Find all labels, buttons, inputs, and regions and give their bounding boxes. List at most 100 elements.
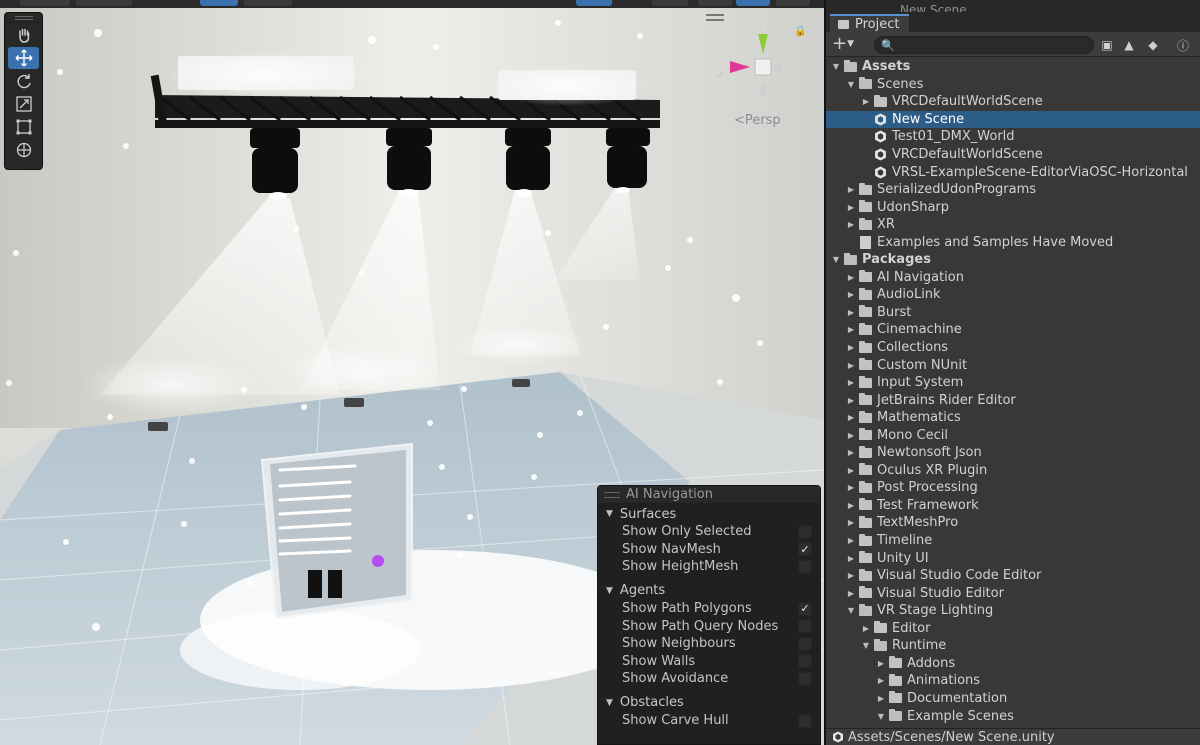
show-walls-checkbox[interactable] bbox=[798, 654, 812, 669]
search-field[interactable]: 🔍 bbox=[874, 36, 1094, 54]
option-show-walls[interactable]: Show Walls bbox=[598, 653, 820, 671]
create-button[interactable]: +▼ bbox=[832, 35, 854, 53]
tree-item[interactable]: ▶ Documentation bbox=[826, 690, 1200, 708]
expand-right-icon[interactable]: ▶ bbox=[845, 290, 857, 299]
tree-item[interactable]: ▶ XR bbox=[826, 216, 1200, 234]
tree-item[interactable]: ▶ Timeline bbox=[826, 532, 1200, 550]
tree-item[interactable]: ▼ Runtime bbox=[826, 637, 1200, 655]
expand-right-icon[interactable]: ▶ bbox=[845, 220, 857, 229]
expand-right-icon[interactable]: ▶ bbox=[845, 396, 857, 405]
show-carve-hull-checkbox[interactable] bbox=[798, 713, 812, 728]
expand-down-icon[interactable]: ▼ bbox=[860, 641, 872, 650]
expand-right-icon[interactable]: ▶ bbox=[845, 448, 857, 457]
expand-right-icon[interactable]: ▶ bbox=[875, 694, 887, 703]
option-show-neighbours[interactable]: Show Neighbours bbox=[598, 635, 820, 653]
tree-item[interactable]: ▶ AudioLink bbox=[826, 286, 1200, 304]
option-show-path-query-nodes[interactable]: Show Path Query Nodes bbox=[598, 617, 820, 635]
tree-item[interactable]: ▶ Editor bbox=[826, 620, 1200, 638]
show-avoidance-checkbox[interactable] bbox=[798, 671, 812, 686]
tree-item[interactable]: ▶ UdonSharp bbox=[826, 198, 1200, 216]
tab-project[interactable]: Project bbox=[830, 14, 910, 32]
ai-navigation-title-bar[interactable]: AI Navigation bbox=[598, 486, 820, 503]
tree-item[interactable]: ▶ Post Processing bbox=[826, 479, 1200, 497]
tree-item[interactable]: ▼ VR Stage Lighting bbox=[826, 602, 1200, 620]
expand-down-icon[interactable]: ▼ bbox=[830, 62, 842, 71]
hand-tool-button[interactable] bbox=[8, 24, 39, 46]
tree-item[interactable]: ▶ Input System bbox=[826, 374, 1200, 392]
tree-item[interactable]: ▶ Test Framework bbox=[826, 497, 1200, 515]
expand-right-icon[interactable]: ▶ bbox=[845, 431, 857, 440]
expand-right-icon[interactable]: ▶ bbox=[845, 518, 857, 527]
expand-right-icon[interactable]: ▶ bbox=[845, 571, 857, 580]
tree-item[interactable]: ▶ Cinemachine bbox=[826, 321, 1200, 339]
expand-right-icon[interactable]: ▶ bbox=[845, 361, 857, 370]
option-show-heightmesh[interactable]: Show HeightMesh bbox=[598, 558, 820, 576]
option-show-path-polygons[interactable]: Show Path Polygons ✓ bbox=[598, 600, 820, 618]
expand-right-icon[interactable]: ▶ bbox=[845, 273, 857, 282]
expand-right-icon[interactable]: ▶ bbox=[845, 185, 857, 194]
expand-right-icon[interactable]: ▶ bbox=[845, 483, 857, 492]
tree-item[interactable]: ▶ Mono Cecil bbox=[826, 426, 1200, 444]
tree-item[interactable]: Test01_DMX_World bbox=[826, 128, 1200, 146]
tree-item[interactable]: VRCDefaultWorldScene bbox=[826, 146, 1200, 164]
expand-right-icon[interactable]: ▶ bbox=[845, 308, 857, 317]
tree-item[interactable]: ▶ TextMeshPro bbox=[826, 514, 1200, 532]
option-show-avoidance[interactable]: Show Avoidance bbox=[598, 670, 820, 688]
tree-item[interactable]: ▼ Example Scenes bbox=[826, 707, 1200, 725]
expand-right-icon[interactable]: ▶ bbox=[845, 413, 857, 422]
expand-right-icon[interactable]: ▶ bbox=[860, 624, 872, 633]
expand-right-icon[interactable]: ▶ bbox=[845, 554, 857, 563]
tree-item[interactable]: ▶ Visual Studio Code Editor bbox=[826, 567, 1200, 585]
tree-item[interactable]: ▶ SerializedUdonPrograms bbox=[826, 181, 1200, 199]
expand-right-icon[interactable]: ▶ bbox=[845, 589, 857, 598]
show-path-query-nodes-checkbox[interactable] bbox=[798, 619, 812, 634]
tree-item[interactable]: Examples and Samples Have Moved bbox=[826, 233, 1200, 251]
expand-down-icon[interactable]: ▼ bbox=[875, 712, 887, 721]
tree-item[interactable]: ▼ Assets bbox=[826, 58, 1200, 76]
expand-down-icon[interactable]: ▼ bbox=[845, 606, 857, 615]
show-heightmesh-checkbox[interactable] bbox=[798, 559, 812, 574]
search-by-type-button[interactable]: ▣ bbox=[1096, 36, 1118, 54]
expand-right-icon[interactable]: ▶ bbox=[875, 676, 887, 685]
tree-item[interactable]: ▼ Packages bbox=[826, 251, 1200, 269]
tree-item[interactable]: ▶ Animations bbox=[826, 672, 1200, 690]
rotate-tool-button[interactable] bbox=[8, 70, 39, 92]
tree-item[interactable]: New Scene bbox=[826, 110, 1200, 129]
expand-right-icon[interactable]: ▶ bbox=[845, 466, 857, 475]
tree-item[interactable]: ▶ Unity UI bbox=[826, 549, 1200, 567]
expand-right-icon[interactable]: ▶ bbox=[845, 536, 857, 545]
tree-item[interactable]: ▶ Custom NUnit bbox=[826, 356, 1200, 374]
tree-item[interactable]: ▶ Collections bbox=[826, 339, 1200, 357]
tree-item[interactable]: ▶ AI Navigation bbox=[826, 269, 1200, 287]
option-show-carve-hull[interactable]: Show Carve Hull bbox=[598, 712, 820, 730]
show-neighbours-checkbox[interactable] bbox=[798, 636, 812, 651]
tree-item[interactable]: ▶ Burst bbox=[826, 304, 1200, 322]
tree-item[interactable]: ▶ Visual Studio Editor bbox=[826, 584, 1200, 602]
tree-item[interactable]: ▶ JetBrains Rider Editor bbox=[826, 391, 1200, 409]
scale-tool-button[interactable] bbox=[8, 93, 39, 115]
show-navmesh-checkbox[interactable]: ✓ bbox=[798, 542, 812, 557]
filter-type-button[interactable]: ▲ bbox=[1118, 36, 1140, 54]
import-package-button[interactable]: ⓘ bbox=[1172, 36, 1194, 54]
expand-right-icon[interactable]: ▶ bbox=[845, 501, 857, 510]
expand-right-icon[interactable]: ▶ bbox=[845, 343, 857, 352]
expand-right-icon[interactable]: ▶ bbox=[875, 659, 887, 668]
tree-item[interactable]: ▶ Addons bbox=[826, 655, 1200, 673]
expand-down-icon[interactable]: ▼ bbox=[845, 80, 857, 89]
projection-label[interactable]: <Persp bbox=[734, 113, 781, 128]
tree-item[interactable]: ▼ Scenes bbox=[826, 76, 1200, 94]
tree-item[interactable]: ▶ Oculus XR Plugin bbox=[826, 462, 1200, 480]
expand-right-icon[interactable]: ▶ bbox=[845, 325, 857, 334]
show-path-polygons-checkbox[interactable]: ✓ bbox=[798, 601, 812, 616]
section-surfaces[interactable]: ▼ Surfaces bbox=[598, 505, 820, 523]
tree-item[interactable]: ▶ Newtonsoft Json bbox=[826, 444, 1200, 462]
transform-tool-button[interactable] bbox=[8, 139, 39, 161]
tree-item[interactable]: ▶ Mathematics bbox=[826, 409, 1200, 427]
label-filter-button[interactable]: ◆ bbox=[1142, 36, 1164, 54]
option-show-navmesh[interactable]: Show NavMesh ✓ bbox=[598, 541, 820, 559]
tree-item[interactable]: ▶ VRCDefaultWorldScene bbox=[826, 93, 1200, 111]
scene-view[interactable]: 🔒 y <Persp AI Navigation ▼ Surfaces Show… bbox=[0, 0, 824, 745]
tree-item[interactable]: VRSL-ExampleScene-EditorViaOSC-Horizonta… bbox=[826, 163, 1200, 181]
expand-right-icon[interactable]: ▶ bbox=[845, 378, 857, 387]
orientation-gizmo[interactable]: y bbox=[702, 16, 802, 126]
